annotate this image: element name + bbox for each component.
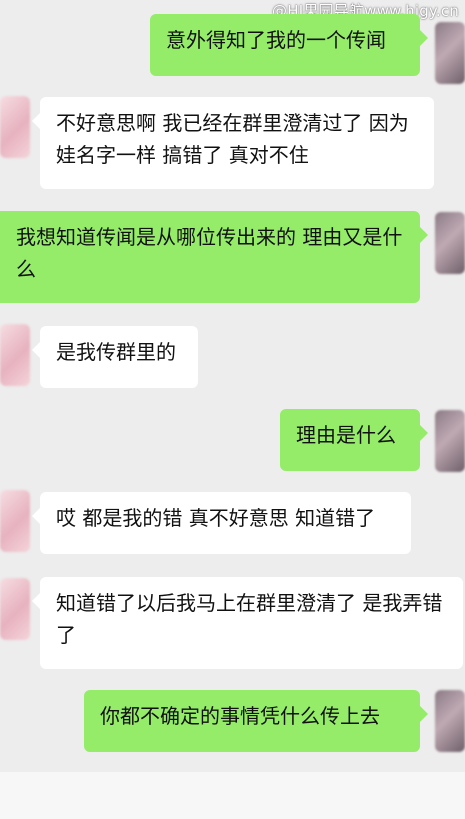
contact-avatar-other[interactable] [0,324,30,386]
message-bubble-incoming[interactable]: 是我传群里的 [32,326,198,388]
contact-avatar-other[interactable] [0,96,30,158]
message-bubble-outgoing[interactable]: 你都不确定的事情凭什么传上去 [84,690,428,752]
input-bar-area [0,772,465,819]
contact-avatar-other[interactable] [0,490,30,552]
contact-avatar-other[interactable] [0,578,30,640]
message-bubble-outgoing[interactable]: 我想知道传闻是从哪位传出来的 理由又是什么 [0,211,428,303]
contact-avatar-self[interactable] [435,410,465,472]
contact-avatar-self[interactable] [435,690,465,752]
message-bubble-incoming[interactable]: 哎 都是我的错 真不好意思 知道错了 [32,492,411,554]
message-bubble-outgoing[interactable]: 意外得知了我的一个传闻 [150,14,428,76]
contact-avatar-self[interactable] [435,212,465,274]
message-bubble-incoming[interactable]: 不好意思啊 我已经在群里澄清过了 因为娃名字一样 搞错了 真对不住 [32,97,434,189]
message-bubble-incoming[interactable]: 知道错了以后我马上在群里澄清了 是我弄错了 [32,577,463,669]
message-bubble-outgoing[interactable]: 理由是什么 [280,409,428,471]
contact-avatar-self[interactable] [435,22,465,84]
